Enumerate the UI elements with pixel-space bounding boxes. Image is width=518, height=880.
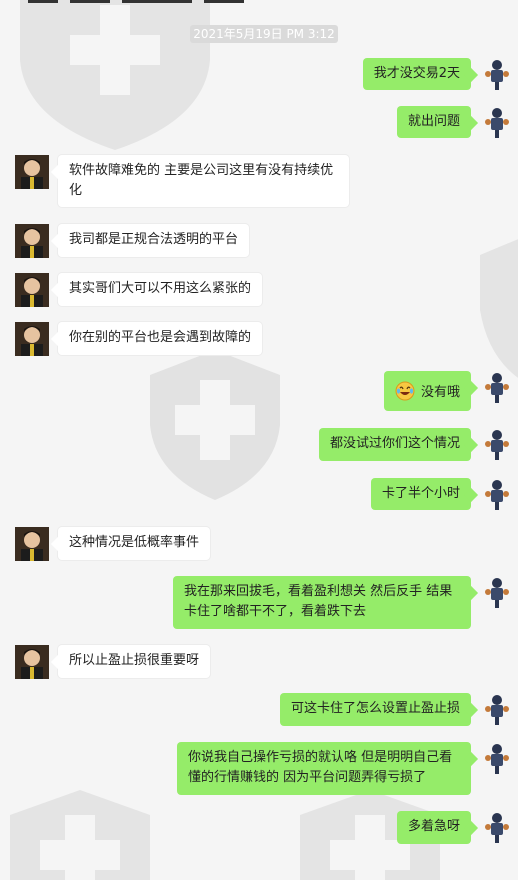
message-bubble-received[interactable]: 你在别的平台也是会遇到故障的 [58,322,263,355]
contact-avatar[interactable] [15,224,49,258]
message-text: 卡了半个小时 [381,486,460,501]
shield-watermark-icon [10,790,150,880]
shield-watermark-icon [150,350,280,500]
my-avatar[interactable] [484,742,510,774]
message-text: 没有哦 [420,385,460,400]
my-avatar[interactable] [484,428,510,460]
message-bubble-sent[interactable]: 就出问题 [396,106,471,138]
message-bubble-sent[interactable]: 多着急呀 [396,811,471,844]
message-bubble-sent[interactable]: 可这卡住了怎么设置止盈止损 [279,693,471,726]
contact-avatar[interactable] [15,527,49,561]
message-bubble-sent[interactable]: 我才没交易2天 [362,58,471,90]
message-bubble-sent[interactable]: 你说我自己操作亏损的就认咯 但是明明自己看懂的行情赚钱的 因为平台问题弄得亏损了 [177,742,471,795]
message-bubble-received[interactable]: 软件故障难免的 主要是公司这里有没有持续优化 [58,155,349,207]
message-bubble-received[interactable]: 其实哥们大可以不用这么紧张的 [58,273,263,306]
message-text: 你说我自己操作亏损的就认咯 但是明明自己看懂的行情赚钱的 因为平台问题弄得亏损了 [188,750,453,785]
my-avatar[interactable] [484,693,510,725]
my-avatar[interactable] [484,371,510,403]
message-bubble-sent[interactable]: 都没试过你们这个情况 [318,428,471,461]
message-bubble-sent[interactable]: 我在那来回拔毛，看着盈利想关 然后反手 结果卡住了啥都干不了，看着跌下去 [173,576,471,629]
message-text: 我司都是正规合法透明的平台 [69,232,239,247]
contact-avatar[interactable] [15,155,49,189]
contact-avatar[interactable] [15,645,49,679]
my-avatar[interactable] [484,106,510,138]
contact-avatar[interactable] [15,322,49,356]
message-text: 多着急呀 [407,819,460,834]
message-text: 软件故障难免的 主要是公司这里有没有持续优化 [69,163,334,198]
message-text: 所以止盈止损很重要呀 [69,653,200,668]
cropped-text-fragment [28,0,328,6]
message-bubble-received[interactable]: 这种情况是低概率事件 [58,527,211,560]
message-text: 其实哥们大可以不用这么紧张的 [69,281,252,296]
message-bubble-received[interactable]: 我司都是正规合法透明的平台 [58,224,250,257]
message-text: 我在那来回拔毛，看着盈利想关 然后反手 结果卡住了啥都干不了，看着跌下去 [184,584,453,619]
message-text: 都没试过你们这个情况 [329,436,460,451]
message-text: 就出问题 [407,114,460,129]
shield-watermark-icon [480,239,518,378]
my-avatar[interactable] [484,576,510,608]
message-text: 这种情况是低概率事件 [69,535,200,550]
message-text: 你在别的平台也是会遇到故障的 [69,330,252,345]
message-text: 可这卡住了怎么设置止盈止损 [290,701,460,716]
contact-avatar[interactable] [15,273,49,307]
my-avatar[interactable] [484,478,510,510]
shield-watermark-icon [20,0,210,150]
message-bubble-sent[interactable]: 卡了半个小时 [370,478,471,510]
my-avatar[interactable] [484,58,510,90]
message-bubble-sent[interactable]: 没有哦 [383,371,471,411]
laughing-crying-emoji-icon [395,381,415,401]
my-avatar[interactable] [484,811,510,843]
timestamp: 2021年5月19日 PM 3:12 [190,25,338,43]
message-bubble-received[interactable]: 所以止盈止损很重要呀 [58,645,211,678]
message-text: 我才没交易2天 [373,66,460,81]
